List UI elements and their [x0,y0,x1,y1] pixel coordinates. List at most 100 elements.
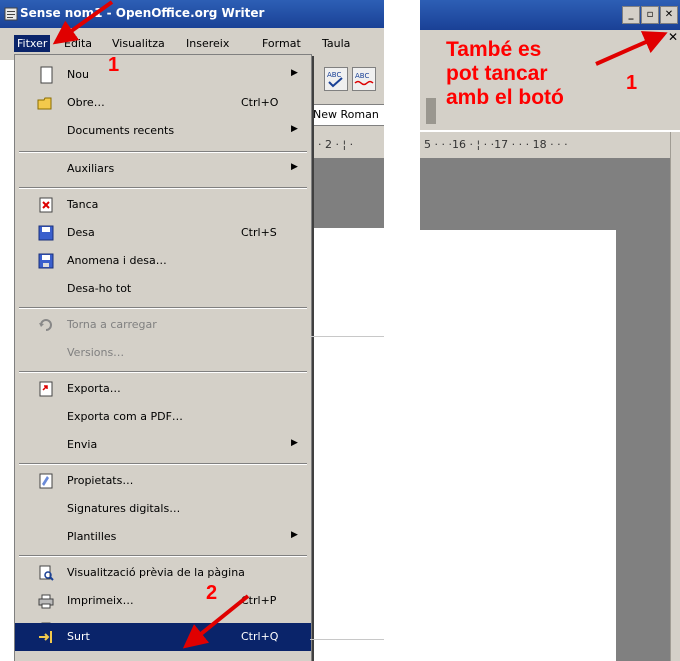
menu-separator [19,555,307,557]
file-menu-dropdown: Nou ▶ Obre… Ctrl+O Documents recents ▶ Auxilia… [14,54,312,661]
new-document-icon [40,66,53,84]
annotation-line-1: També es [446,38,542,61]
menu-item-label: Plantilles [67,530,117,543]
menu-item-label: Imprimeix… [67,594,134,607]
window-title: Sense nom1 - OpenOffice.org Writer [20,6,265,20]
window-buttons: _ ▫ ✕ [621,6,678,24]
menu-item-imprimeix[interactable]: Imprimeix… Ctrl+P [15,587,311,615]
menu-item-desa-ho-tot[interactable]: Desa-ho tot [15,275,311,303]
annotation-line-2: pot tancar [446,62,548,85]
annotation-text: També es pot tancar amb el botó [446,38,564,110]
spellcheck-icon: ABC [327,71,343,88]
font-name-box[interactable]: New Roman [310,104,384,126]
menu-item-envia[interactable]: Envia ▶ [15,431,311,459]
right-screenshot-panel: _ ▫ ✕ ✕ També es pot tancar amb el botó 1 … [420,0,680,661]
menu-format[interactable]: Format [262,37,301,50]
close-document-button[interactable]: ✕ [668,30,678,44]
menu-item-label: Envia [67,438,98,451]
menu-item-label: Exporta com a PDF… [67,410,183,423]
window-title-bar-right: _ ▫ ✕ [420,0,680,30]
menu-item-label: Auxiliars [67,162,115,175]
menu-item-shortcut: Ctrl+S [241,226,277,239]
annotation-line-3: amb el botó [446,86,564,109]
menu-separator [19,151,307,153]
menu-separator [19,307,307,309]
toolbar-scroll-handle[interactable] [426,98,436,124]
svg-text:ABC: ABC [355,72,369,80]
submenu-arrow-icon: ▶ [291,530,298,540]
vertical-scrollbar[interactable] [670,132,680,661]
menu-item-obre[interactable]: Obre… Ctrl+O [15,89,311,117]
submenu-arrow-icon: ▶ [291,162,298,172]
ruler-marks-right: 5 · · ·16 · ¦ · ·17 · · · 18 · · · [424,138,568,151]
export-icon [39,381,53,397]
menu-taula[interactable]: Taula [322,37,350,50]
left-screenshot-panel: Sense nom1 - OpenOffice.org Writer Fitxe… [0,0,384,661]
menu-item-visualització-prèvia-de-la-pàgina[interactable]: Visualització prèvia de la pàgina [15,559,311,587]
horizontal-ruler: · 2 · ¦ · [310,132,384,158]
writer-app-icon [4,7,18,21]
properties-icon [39,473,53,489]
menu-item-versions: Versions… [15,339,311,367]
menu-item-label: Nou [67,68,89,81]
horizontal-ruler-right: 5 · · ·16 · ¦ · ·17 · · · 18 · · · [420,132,670,158]
menu-item-exporta[interactable]: Exporta… [15,375,311,403]
menu-item-label: Signatures digitals… [67,502,181,515]
document-page-right[interactable] [420,230,616,661]
ruler-marks: · 2 · ¦ · [318,138,354,151]
page-text-boundary [310,336,384,640]
svg-text:ABC: ABC [327,71,341,79]
document-area-right [420,158,670,661]
menu-separator [19,371,307,373]
autospellcheck-button[interactable]: ABC [352,67,376,91]
autospellcheck-icon: ABC [354,72,374,86]
open-folder-icon [37,97,52,110]
save-as-icon [38,253,54,269]
close-document-icon [39,197,53,213]
menu-edita[interactable]: Edita [64,37,92,50]
exit-icon [39,631,52,643]
menu-item-surt[interactable]: Surt Ctrl+Q [15,623,311,651]
submenu-arrow-icon: ▶ [291,124,298,134]
menu-item-signatures-digitals[interactable]: Signatures digitals… [15,495,311,523]
menu-item-label: Exporta… [67,382,121,395]
menu-item-shortcut: Ctrl+P [241,594,277,607]
menu-item-label: Versions… [67,346,125,359]
menu-item-desa[interactable]: Desa Ctrl+S [15,219,311,247]
menu-item-label: Tanca [67,198,99,211]
format-toolbar: New Roman [310,98,384,132]
menu-item-exporta-com-a-pdf[interactable]: Exporta com a PDF… [15,403,311,431]
minimize-button[interactable]: _ [622,6,640,24]
menu-item-anomena-i-desa[interactable]: Anomena i desa… [15,247,311,275]
submenu-arrow-icon: ▶ [291,68,298,78]
menu-item-torna-a-carregar: Torna a carregar [15,311,311,339]
menu-insereix[interactable]: Insereix [186,37,229,50]
menu-item-auxiliars[interactable]: Auxiliars ▶ [15,155,311,183]
menu-item-label: Anomena i desa… [67,254,167,267]
close-window-button[interactable]: ✕ [660,6,678,24]
menu-item-label: Documents recents [67,124,175,137]
menu-item-label: Desa [67,226,95,239]
printer-icon [38,594,54,609]
reload-icon [39,319,52,331]
menu-item-documents-recents[interactable]: Documents recents ▶ [15,117,311,145]
annotation-number-2: 2 [206,582,218,604]
menu-fitxer[interactable]: Fitxer [14,35,51,52]
menu-item-label: Torna a carregar [67,318,157,331]
standard-toolbar: ABC ABC [310,60,384,99]
print-preview-icon [39,565,54,581]
menu-item-propietats[interactable]: Propietats… [15,467,311,495]
menu-item-label: Obre… [67,96,105,109]
menu-item-label: Surt [67,630,90,643]
annotation-number-1-left: 1 [108,54,120,76]
menu-separator [19,463,307,465]
menu-item-nou[interactable]: Nou ▶ [15,61,311,89]
menu-item-plantilles[interactable]: Plantilles ▶ [15,523,311,551]
menu-separator [19,187,307,189]
menu-item-tanca[interactable]: Tanca [15,191,311,219]
spellcheck-button[interactable]: ABC [324,67,348,91]
annotation-number-1-right: 1 [626,72,638,94]
restore-button[interactable]: ▫ [641,6,659,24]
menu-item-label: Visualització prèvia de la pàgina [67,566,245,579]
menu-visualitza[interactable]: Visualitza [112,37,165,50]
